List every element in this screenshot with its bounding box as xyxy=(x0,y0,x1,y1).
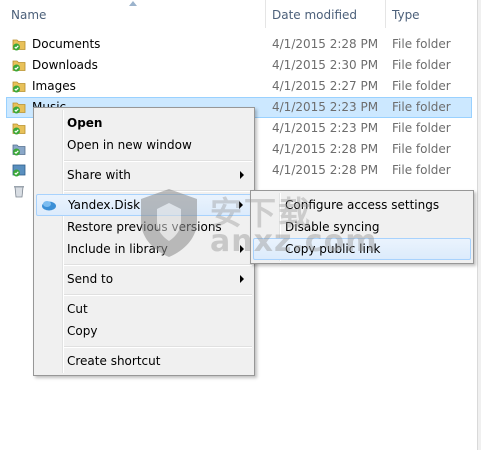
file-type: File folder xyxy=(392,163,451,177)
folder-synced-icon xyxy=(12,102,26,114)
scrollbar[interactable] xyxy=(477,0,481,450)
file-type: File folder xyxy=(392,121,451,135)
menu-item-open-new-window[interactable]: Open in new window xyxy=(36,134,252,156)
menu-item-label: Create shortcut xyxy=(67,354,161,368)
menu-item-send-to[interactable]: Send to xyxy=(36,268,252,290)
folder-synced-icon xyxy=(12,123,26,135)
submenu-arrow-icon xyxy=(240,171,244,179)
folder-synced-icon xyxy=(12,144,26,156)
menu-item-label: Copy xyxy=(67,324,98,338)
file-type: File folder xyxy=(392,58,451,72)
column-divider[interactable] xyxy=(265,0,266,28)
menu-item-label: Yandex.Disk xyxy=(68,198,141,212)
folder-synced-icon xyxy=(12,81,26,93)
column-divider[interactable] xyxy=(385,0,386,28)
menu-item-share-with[interactable]: Share with xyxy=(36,164,252,186)
recycle-bin-icon xyxy=(14,186,24,198)
menu-item-label: Open xyxy=(67,116,103,130)
list-item[interactable]: Images 4/1/2015 2:27 PM File folder xyxy=(6,76,472,97)
watermark-shield-icon xyxy=(141,189,197,257)
watermark-text: anxz.com xyxy=(210,224,378,259)
menu-item-label: Cut xyxy=(67,302,88,316)
file-type: File folder xyxy=(392,142,451,156)
list-item[interactable]: Downloads 4/1/2015 2:30 PM File folder xyxy=(6,55,472,76)
menu-item-cut[interactable]: Cut xyxy=(36,298,252,320)
yandex-disk-icon xyxy=(42,201,56,211)
file-date: 4/1/2015 2:30 PM xyxy=(272,58,379,72)
column-header-name[interactable]: Name xyxy=(11,8,46,22)
folder-synced-icon xyxy=(12,164,26,177)
file-name: Downloads xyxy=(32,58,98,72)
menu-item-copy[interactable]: Copy xyxy=(36,320,252,342)
menu-item-label: Open in new window xyxy=(67,138,192,152)
file-name: Images xyxy=(32,79,76,93)
file-date: 4/1/2015 2:23 PM xyxy=(272,100,379,114)
folder-synced-icon xyxy=(12,60,26,72)
menu-separator xyxy=(64,294,252,296)
menu-separator xyxy=(64,346,252,348)
file-type: File folder xyxy=(392,100,451,114)
file-type: File folder xyxy=(392,79,451,93)
menu-separator xyxy=(64,160,252,162)
file-date: 4/1/2015 2:28 PM xyxy=(272,37,379,51)
file-type: File folder xyxy=(392,37,451,51)
folder-synced-icon xyxy=(12,39,26,51)
file-date: 4/1/2015 2:27 PM xyxy=(272,79,379,93)
column-header-type[interactable]: Type xyxy=(392,8,420,22)
file-date: 4/1/2015 2:28 PM xyxy=(272,142,379,156)
menu-item-label: Send to xyxy=(67,272,114,286)
menu-separator xyxy=(64,264,252,266)
sort-ascending-icon xyxy=(129,1,137,6)
list-item[interactable]: Documents 4/1/2015 2:28 PM File folder xyxy=(6,34,472,55)
column-header-date-modified[interactable]: Date modified xyxy=(272,8,357,22)
file-date: 4/1/2015 2:28 PM xyxy=(272,163,379,177)
file-name: Documents xyxy=(32,37,101,51)
menu-item-create-shortcut[interactable]: Create shortcut xyxy=(36,350,252,372)
menu-item-open[interactable]: Open xyxy=(36,112,252,134)
file-date: 4/1/2015 2:23 PM xyxy=(272,121,379,135)
submenu-arrow-icon xyxy=(240,275,244,283)
menu-item-label: Share with xyxy=(67,168,131,182)
